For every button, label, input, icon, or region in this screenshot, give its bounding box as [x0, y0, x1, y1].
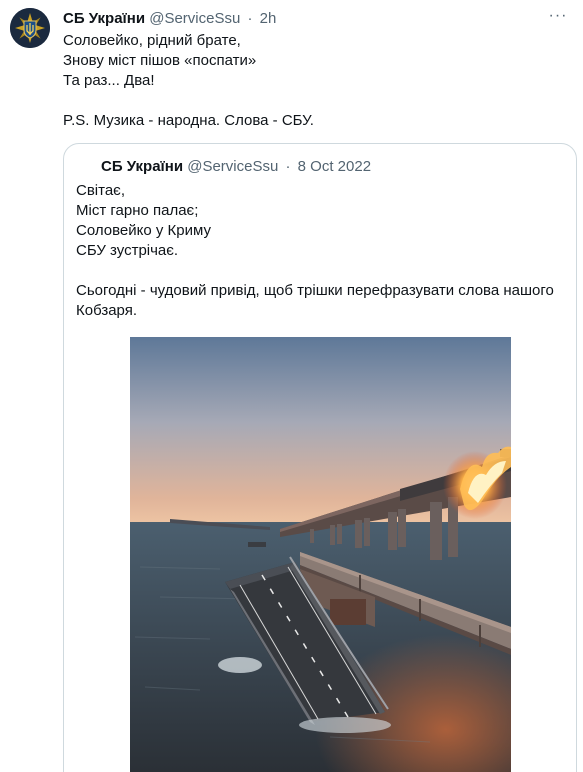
quoted-line: Кобзаря.: [76, 302, 138, 319]
quoted-line: Сьогодні - чудовий привід, щоб трішки пе…: [76, 282, 554, 299]
quoted-line-gap: [76, 261, 566, 281]
quoted-author-handle: @ServiceSsu: [187, 158, 279, 175]
author-name[interactable]: СБ України: [63, 10, 145, 27]
ssu-emblem-icon: [10, 8, 50, 48]
quoted-tweet-text: Світає, Міст гарно палає; Соловейко у Кр…: [76, 181, 566, 321]
author-handle[interactable]: @ServiceSsu: [149, 10, 240, 27]
tweet-photo[interactable]: [130, 337, 511, 772]
tweet-text: Соловейко, рідний брате, Знову міст пішо…: [63, 31, 563, 131]
quoted-line: Світає,: [76, 182, 125, 199]
quoted-line: Соловейко у Криму: [76, 222, 211, 239]
quoted-author-name: СБ України: [101, 158, 184, 175]
separator-dot: ·: [247, 10, 253, 27]
quoted-tweet-header: СБ України @ServiceSsu · 8 Oct 2022: [101, 157, 371, 177]
tweet-line: Та раз... Два!: [63, 72, 155, 89]
tweet-line: Соловейко, рідний брате,: [63, 32, 241, 49]
tweet-header: СБ України @ServiceSsu · 2h: [63, 9, 276, 29]
quoted-line: СБУ зустрічає.: [76, 242, 179, 259]
quoted-tweet[interactable]: СБ України @ServiceSsu · 8 Oct 2022 Світ…: [63, 143, 577, 772]
more-horizontal-icon: ···: [548, 7, 568, 24]
author-avatar[interactable]: [10, 8, 50, 48]
tweet-line: Знову міст пішов «поспати»: [63, 52, 257, 69]
tweet-line: P.S. Музика - народна. Слова - СБУ.: [63, 112, 314, 129]
separator-dot: ·: [285, 158, 291, 175]
more-options-button[interactable]: ···: [547, 7, 569, 29]
tweet-time[interactable]: 2h: [260, 10, 277, 27]
tweet[interactable]: СБ України @ServiceSsu · 2h ··· Соловейк…: [0, 0, 583, 772]
quoted-line: Міст гарно палає;: [76, 202, 199, 219]
tweet-line-gap: [63, 91, 563, 111]
quoted-tweet-date: 8 Oct 2022: [297, 158, 372, 175]
bridge-photo: [130, 337, 511, 772]
